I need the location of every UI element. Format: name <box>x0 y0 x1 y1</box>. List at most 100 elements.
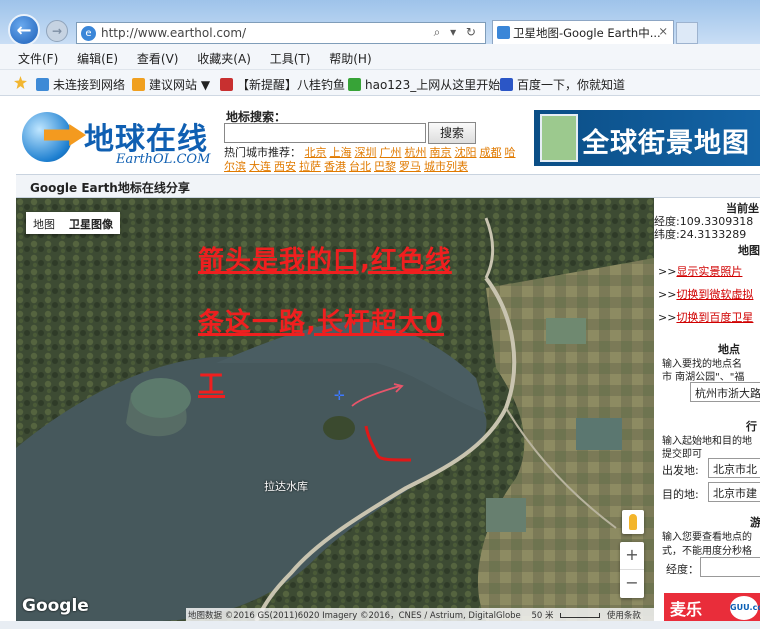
tour-desc-2: 式，不能用度分秒格 <box>662 546 752 557</box>
from-input[interactable]: 北京市北 <box>708 458 760 478</box>
tab-close-icon[interactable]: × <box>658 24 668 38</box>
hot-city-link[interactable]: 巴黎 <box>374 160 396 173</box>
hot-city-link[interactable]: 沈阳 <box>455 146 477 159</box>
hot-city-link[interactable]: 广州 <box>380 146 402 159</box>
hot-city-link[interactable]: 城市列表 <box>424 160 468 173</box>
fav-item-hao123[interactable]: hao123_上网从这里开始 <box>348 76 500 93</box>
page-title-bar: Google Earth地标在线分享 <box>16 174 760 198</box>
address-url: http://www.earthol.com/ <box>101 26 247 40</box>
menu-view[interactable]: 查看(V) <box>137 44 179 67</box>
ad-text: 麦乐 <box>670 600 703 619</box>
link-baidu[interactable]: >>切换到百度卫星 <box>658 309 753 325</box>
hot-city-link[interactable]: 大连 <box>249 160 271 173</box>
hot-cities-label: 热门城市推荐： <box>224 146 301 159</box>
fav-item-suggested[interactable]: 建议网站 ▼ <box>132 76 210 93</box>
ie-icon: e <box>81 26 96 41</box>
bing-icon <box>132 78 145 91</box>
side-panel: 当前坐 经度:109.3309318 纬度:24.3133289 地图 >>显示… <box>654 198 760 621</box>
search-input[interactable] <box>224 123 426 143</box>
zoom-in-button[interactable]: + <box>620 542 644 570</box>
guu-logo: GUU.com <box>730 596 760 620</box>
banner-map-icon <box>540 114 578 162</box>
menu-tools[interactable]: 工具(T) <box>270 44 311 67</box>
hot-cities: 热门城市推荐： 北京 上海 深圳 广州 杭州 南京 沈阳 成都哈 尔滨 大连 西安 拉萨 香港 台北 巴黎… <box>224 146 534 174</box>
annotation-line-3: 工 <box>198 370 226 400</box>
hot-city-link[interactable]: 台北 <box>349 160 371 173</box>
fav-item-offline[interactable]: 未连接到网络 <box>36 76 125 93</box>
hot-city-link[interactable]: 北京 <box>305 146 327 159</box>
tour-desc: 输入您要查看地点的 <box>662 532 752 543</box>
forward-button[interactable]: → <box>46 20 68 42</box>
menu-favorites[interactable]: 收藏夹(A) <box>197 44 251 67</box>
place-input[interactable]: 杭州市浙大路 <box>690 382 760 402</box>
browser-toolbar: ← → e http://www.earthol.com/ ⌕ ▾ ↻ 卫星地图… <box>0 0 760 46</box>
banner-text: 全球街景地图 <box>582 128 750 159</box>
scale-bar <box>560 613 601 618</box>
menu-edit[interactable]: 编辑(E) <box>77 44 118 67</box>
zoom-out-button[interactable]: − <box>620 570 644 598</box>
from-label: 出发地: <box>662 464 699 477</box>
annotation-line-2: 条这一路,长杆超大0 <box>198 308 444 338</box>
annotation-line-1: 箭头是我的口,红色线 <box>198 246 452 276</box>
menu-help[interactable]: 帮助(H) <box>329 44 371 67</box>
favorites-bar: 未连接到网络 建议网站 ▼ 【新提醒】八桂钓鱼 hao123_上网从这里开始 百… <box>0 70 760 96</box>
advertisement[interactable]: 麦乐 GUU.com <box>664 593 760 623</box>
attribution-text: 地图数据 ©2016 GS(2011)6020 Imagery ©2016，CN… <box>188 611 521 621</box>
to-input[interactable]: 北京市建 <box>708 482 760 502</box>
tab-title: 卫星地图-Google Earth中... <box>513 26 661 40</box>
lng-input[interactable] <box>700 557 760 577</box>
to-label: 目的地: <box>662 488 699 501</box>
site-logo-domain: EarthOL.COM <box>116 152 211 167</box>
hot-city-link[interactable]: 深圳 <box>355 146 377 159</box>
hao123-icon <box>348 78 361 91</box>
favorites-star-icon[interactable] <box>14 76 31 89</box>
terms-link[interactable]: 使用条款 <box>607 611 641 621</box>
link-photos[interactable]: >>显示实景照片 <box>658 263 742 279</box>
hot-city-link[interactable]: 香港 <box>324 160 346 173</box>
map-type-map[interactable]: 地图 <box>26 212 62 234</box>
place-desc-2: 市 南湖公园"、"福 <box>662 372 745 383</box>
search-button[interactable]: 搜索 <box>428 122 476 144</box>
hot-city-link[interactable]: 杭州 <box>405 146 427 159</box>
street-view-pegman-icon[interactable] <box>622 510 644 534</box>
baidu-icon <box>500 78 513 91</box>
zoom-control: + − <box>620 542 644 598</box>
lng-label: 经度： <box>666 563 699 576</box>
hot-city-link[interactable]: 成都 <box>480 146 502 159</box>
lake-label: 拉达水库 <box>264 480 308 493</box>
street-view-banner[interactable]: 全球街景地图 <box>534 110 760 166</box>
hot-city-link[interactable]: 拉萨 <box>299 160 321 173</box>
fav-item-fishing[interactable]: 【新提醒】八桂钓鱼 <box>220 76 345 93</box>
map-type-satellite[interactable]: 卫星图像 <box>62 212 120 234</box>
menu-bar: 文件(F) 编辑(E) 查看(V) 收藏夹(A) 工具(T) 帮助(H) <box>0 44 760 70</box>
window-bottom <box>0 621 760 629</box>
hot-city-link[interactable]: 西安 <box>274 160 296 173</box>
link-microsoft[interactable]: >>切换到微软虚拟 <box>658 286 753 302</box>
hot-city-link[interactable]: 南京 <box>430 146 452 159</box>
fav-item-baidu[interactable]: 百度一下，你就知道 <box>500 76 625 93</box>
svg-text:✛: ✛ <box>334 389 345 404</box>
map-attribution: 地图数据 ©2016 GS(2011)6020 Imagery ©2016，CN… <box>186 608 654 621</box>
hot-city-link[interactable]: 罗马 <box>399 160 421 173</box>
address-tools[interactable]: ⌕ ▾ ↻ <box>434 25 479 40</box>
page-title: Google Earth地标在线分享 <box>30 181 190 195</box>
address-bar[interactable]: e http://www.earthol.com/ ⌕ ▾ ↻ <box>76 22 486 44</box>
hot-city-link[interactable]: 尔滨 <box>224 160 246 173</box>
map-type-control: 地图 卫星图像 <box>26 212 120 234</box>
satellite-map[interactable]: ✛ 地图 卫星图像 箭头是我的口,红色线 条这一路,长杆超大0 工 拉达水库 +… <box>16 198 654 621</box>
route-desc-2: 提交即可 <box>662 449 702 460</box>
hot-city-link[interactable]: 上海 <box>330 146 352 159</box>
tab-active[interactable]: 卫星地图-Google Earth中... × <box>492 20 674 44</box>
menu-file[interactable]: 文件(F) <box>18 44 58 67</box>
fishing-icon <box>220 78 233 91</box>
hot-city-link[interactable]: 哈 <box>505 146 516 159</box>
map-section-title: 地图 <box>738 244 760 257</box>
site-header: 地球在线 EarthOL.COM 地标搜索： 搜索 热门城市推荐： 北京 上海 深圳… <box>0 96 760 174</box>
tab-favicon-icon <box>497 26 510 39</box>
coord-lat: 纬度:24.3133289 <box>654 228 747 241</box>
new-tab-button[interactable] <box>676 22 698 44</box>
page-icon <box>36 78 49 91</box>
back-button[interactable]: ← <box>8 14 40 46</box>
map-scale: 50 米 <box>531 611 554 621</box>
google-logo[interactable]: Google <box>22 596 89 616</box>
